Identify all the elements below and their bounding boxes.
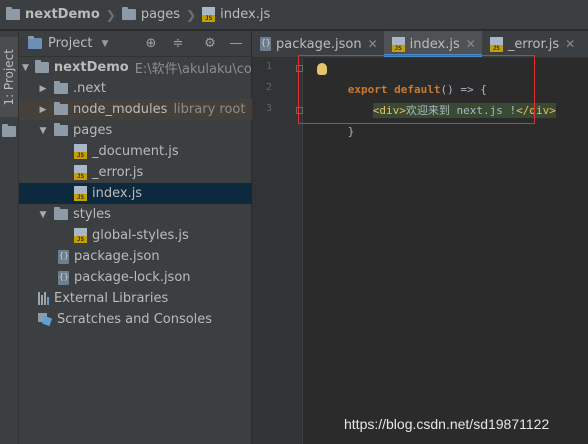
folder-icon [54,207,68,220]
folder-icon [6,7,20,20]
js-file-icon: JS [74,186,87,201]
js-file-icon: JS [74,165,87,180]
scratches-icon [38,313,52,326]
tab-index-js[interactable]: JS index.js ✕ [383,31,482,57]
watermark: https://blog.csdn.net/sd19871122 [344,416,550,432]
expand-arrow-icon[interactable]: ▼ [38,126,48,136]
tree-item-next[interactable]: ▶ .next [19,78,270,99]
json-file-icon [260,37,271,51]
highlight-annotation-box [298,55,535,124]
tab-error-js[interactable]: JS _error.js ✕ [482,31,581,57]
tree-item-external-libraries[interactable]: External Libraries [19,288,270,309]
json-file-icon [58,249,69,264]
json-file-icon [58,270,69,285]
breadcrumb-chevron-icon: ❯ [105,7,116,22]
project-panel: Project ▼ ⊕ ≑ ⚙ — ▼ nextDemo E:\软件\akula… [19,31,306,444]
close-icon[interactable]: ✕ [565,37,575,51]
tree-item-package-lock-json[interactable]: package-lock.json [19,267,290,288]
folder-icon [34,60,49,73]
project-view-selector[interactable]: Project [48,36,92,51]
breadcrumb-chevron-icon: ❯ [186,7,197,22]
js-file-icon: JS [202,7,216,22]
tree-item-scratches[interactable]: Scratches and Consoles [19,309,270,330]
line-number: 1 [265,61,272,72]
tree-item-pages[interactable]: ▼ pages [19,120,270,141]
tree-item-nextdemo[interactable]: ▼ nextDemo E:\软件\akulaku\code [19,57,254,78]
left-tool-strip: 1: Project [0,31,19,444]
breadcrumb-item-index-js[interactable]: JS index.js [202,7,270,22]
breadcrumb: nextDemo ❯ pages ❯ JS index.js [0,0,588,30]
folder-icon [54,81,68,94]
folder-icon [54,123,68,136]
expand-arrow-icon[interactable]: ▼ [38,210,48,220]
js-file-icon: JS [74,144,87,159]
folder-icon [121,7,136,20]
tree-item-package-json[interactable]: package.json [19,246,290,267]
library-icon [38,292,49,305]
line-number: 3 [265,103,272,114]
close-icon[interactable]: ✕ [368,37,378,51]
js-file-icon: JS [74,228,87,243]
collapse-icon[interactable]: ≑ [170,36,186,52]
gear-icon[interactable]: ⚙ [202,36,218,52]
breadcrumb-item-nextdemo[interactable]: nextDemo [6,7,100,22]
chevron-down-icon[interactable]: ▼ [101,39,108,49]
folder-icon [2,124,16,137]
project-view-icon [28,36,42,49]
tree-item-node-modules[interactable]: ▶ node_modules library root [19,99,270,120]
breadcrumb-item-pages[interactable]: pages [121,7,180,22]
line-number-gutter: 1 2 3 [252,58,303,444]
js-file-icon: JS [391,36,405,52]
collapse-arrow-icon[interactable]: ▶ [38,105,48,115]
tab-package-json[interactable]: package.json ✕ [252,31,384,57]
target-icon[interactable]: ⊕ [143,36,159,52]
line-number: 2 [265,82,272,93]
expand-arrow-icon[interactable]: ▼ [22,63,29,73]
minimize-icon[interactable]: — [228,36,244,52]
close-icon[interactable]: ✕ [466,37,476,51]
folder-icon [54,102,68,115]
project-toolbar: Project ▼ ⊕ ≑ ⚙ — [19,31,251,57]
tree-item-styles[interactable]: ▼ styles [19,204,270,225]
collapse-arrow-icon[interactable]: ▶ [38,84,48,94]
editor-tab-bar: package.json ✕ JS index.js ✕ JS _error.j… [252,31,588,58]
js-file-icon: JS [489,36,503,52]
project-tool-tab[interactable]: 1: Project [0,37,18,117]
